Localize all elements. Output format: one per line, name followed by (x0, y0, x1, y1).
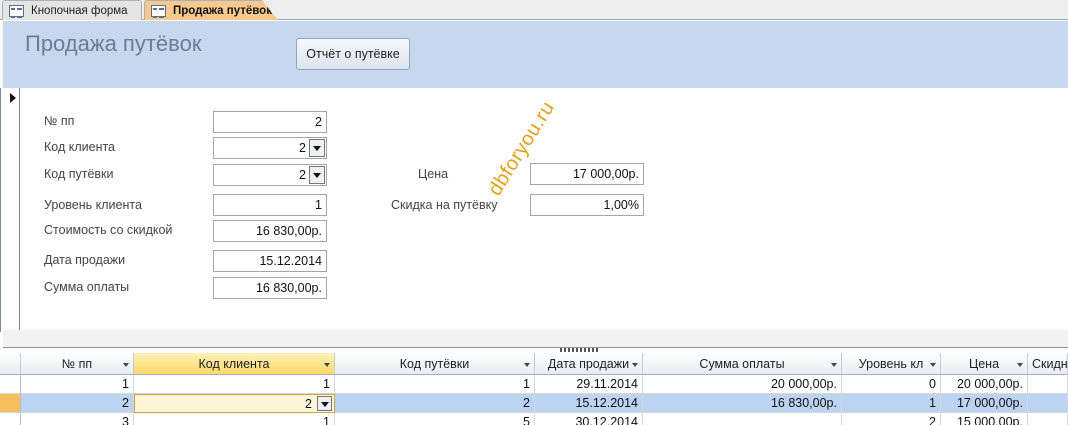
cell-client-code[interactable]: 1 (134, 375, 335, 394)
sort-arrow-icon[interactable] (324, 363, 330, 367)
column-header-label: № пп (61, 357, 93, 371)
cell-num[interactable]: 1 (21, 375, 134, 394)
client-level-field[interactable]: 1 (213, 194, 327, 216)
cell-discount[interactable] (1028, 375, 1068, 394)
sale-date-label: Дата продажи (44, 253, 126, 267)
client-code-value: 2 (299, 141, 306, 155)
chevron-down-icon[interactable] (309, 139, 325, 157)
form-icon (151, 4, 166, 18)
cell-discount[interactable] (1028, 413, 1068, 425)
cell-payment-sum[interactable] (643, 413, 842, 425)
tab-switchboard[interactable]: Кнопочная форма (2, 0, 142, 20)
tab-tour-sales[interactable]: Продажа путёвок (144, 0, 278, 20)
client-level-label: Уровень клиента (44, 198, 142, 212)
select-all-corner[interactable] (0, 353, 21, 375)
sort-arrow-icon[interactable] (930, 363, 936, 367)
tour-report-button[interactable]: Отчёт о путёвке (296, 38, 410, 70)
cell-payment-sum[interactable]: 16 830,00р. (643, 394, 842, 413)
tour-discount-field[interactable]: 1,00% (530, 194, 644, 216)
record-selector[interactable] (0, 88, 20, 332)
form-icon (9, 4, 24, 18)
column-header-price[interactable]: Цена (941, 353, 1028, 375)
table-row[interactable]: 1 1 1 29.11.2014 20 000,00р. 0 20 000,00… (0, 375, 1068, 394)
datasheet-header-row: № пп Код клиента Код путёвки Дата продаж… (0, 353, 1068, 375)
sort-arrow-icon[interactable] (123, 363, 129, 367)
client-code-combo[interactable]: 2 (213, 137, 327, 159)
discounted-cost-label: Стоимость со скидкой (44, 223, 173, 237)
cell-client-code-editing[interactable]: 2 (134, 394, 335, 413)
column-header-client-level[interactable]: Уровень кл (842, 353, 941, 375)
cell-sale-date[interactable]: 15.12.2014 (535, 394, 643, 413)
tab-label: Продажа путёвок (173, 4, 272, 17)
sort-arrow-icon[interactable] (831, 363, 837, 367)
current-record-arrow-icon (10, 93, 16, 103)
client-code-label: Код клиента (44, 140, 116, 154)
cell-discount[interactable] (1028, 394, 1068, 413)
sort-arrow-icon[interactable] (524, 363, 530, 367)
column-header-sale-date[interactable]: Дата продажи (535, 353, 643, 375)
cell-client-code-value: 2 (305, 397, 312, 411)
tab-label: Кнопочная форма (31, 4, 128, 17)
splitter-handle[interactable] (560, 348, 600, 352)
table-row-selected[interactable]: 2 2 2 15.12.2014 16 830,00р. 1 17 000,00… (0, 394, 1068, 413)
form-footer-band (3, 330, 1068, 348)
column-header-label: Код путёвки (399, 357, 470, 371)
column-header-payment-sum[interactable]: Сумма оплаты (643, 353, 842, 375)
column-header-discount[interactable]: Скидн (1028, 353, 1068, 375)
row-selector[interactable] (0, 413, 21, 425)
tour-code-label: Код путёвки (44, 167, 114, 181)
payment-sum-field[interactable]: 16 830,00р. (213, 277, 327, 299)
form-header: Продажа путёвок Отчёт о путёвке (3, 21, 1068, 88)
price-label: Цена (418, 167, 449, 181)
cell-client-level[interactable]: 0 (842, 375, 941, 394)
cell-tour-code[interactable]: 1 (335, 375, 535, 394)
column-header-label: Скидн (1032, 357, 1068, 371)
column-header-client-code[interactable]: Код клиента (134, 353, 335, 375)
cell-payment-sum[interactable]: 20 000,00р. (643, 375, 842, 394)
column-header-label: Уровень кл (858, 357, 924, 371)
tour-code-value: 2 (299, 168, 306, 182)
chevron-down-icon[interactable] (317, 396, 332, 411)
column-header-tour-code[interactable]: Код путёвки (335, 353, 535, 375)
cell-tour-code[interactable]: 5 (335, 413, 535, 425)
document-tab-bar: Кнопочная форма Продажа путёвок (0, 0, 1068, 20)
cell-tour-code[interactable]: 2 (335, 394, 535, 413)
cell-client-level[interactable]: 1 (842, 394, 941, 413)
num-label: № пп (44, 114, 75, 128)
cell-client-level[interactable]: 2 (842, 413, 941, 425)
num-field[interactable]: 2 (213, 111, 327, 133)
column-header-label: Дата продажи (547, 357, 630, 371)
sale-date-field[interactable]: 15.12.2014 (213, 250, 327, 272)
tour-discount-label: Скидка на путёвку (391, 198, 498, 212)
table-row[interactable]: 3 1 5 30.12.2014 2 15 000,00р. (0, 413, 1068, 425)
discounted-cost-field[interactable]: 16 830,00р. (213, 220, 327, 242)
cell-client-code[interactable]: 1 (134, 413, 335, 425)
column-header-label: Цена (968, 357, 1000, 371)
sort-arrow-icon[interactable] (1017, 363, 1023, 367)
cell-num[interactable]: 2 (21, 394, 134, 413)
column-header-label: Код клиента (198, 357, 270, 371)
cell-price[interactable]: 15 000,00р. (941, 413, 1028, 425)
cell-sale-date[interactable]: 29.11.2014 (535, 375, 643, 394)
cell-num[interactable]: 3 (21, 413, 134, 425)
column-header-num[interactable]: № пп (21, 353, 134, 375)
cell-price[interactable]: 20 000,00р. (941, 375, 1028, 394)
cell-price[interactable]: 17 000,00р. (941, 394, 1028, 413)
chevron-down-icon[interactable] (309, 166, 325, 184)
tour-code-combo[interactable]: 2 (213, 164, 327, 186)
row-selector[interactable] (0, 375, 21, 394)
form-title: Продажа путёвок (25, 31, 202, 56)
cell-sale-date[interactable]: 30.12.2014 (535, 413, 643, 425)
column-header-label: Сумма оплаты (699, 357, 785, 371)
sort-arrow-icon[interactable] (632, 363, 638, 367)
payment-sum-label: Сумма оплаты (44, 280, 130, 294)
price-field[interactable]: 17 000,00р. (530, 163, 644, 185)
row-selector[interactable] (0, 394, 21, 413)
